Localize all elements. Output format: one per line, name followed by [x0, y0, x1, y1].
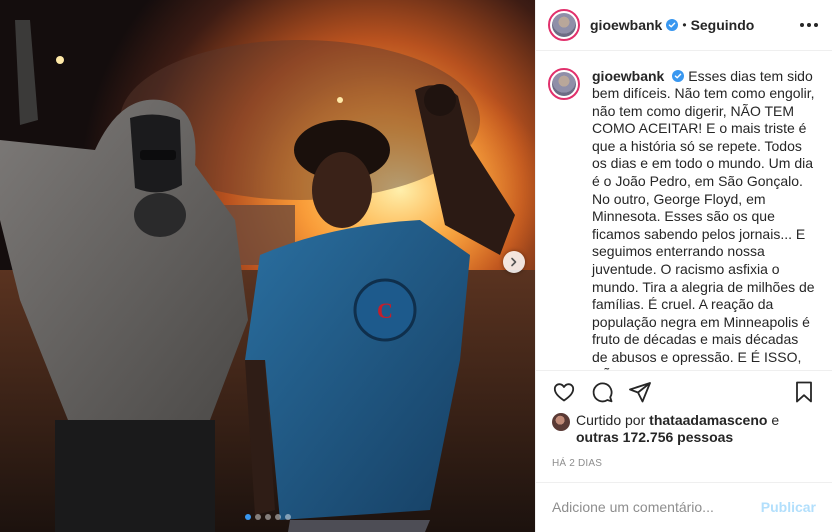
more-options-icon[interactable] [800, 17, 818, 33]
chevron-right-icon [511, 257, 517, 267]
post-photo[interactable]: C [0, 0, 535, 532]
header-separator: • [682, 17, 687, 32]
author-avatar[interactable] [548, 8, 580, 41]
heart-icon[interactable] [552, 380, 576, 404]
post-caption: gioewbank Esses dias tem sido bem difíce… [592, 68, 816, 371]
caption-author-avatar[interactable] [548, 67, 580, 100]
carousel-next-button[interactable] [503, 251, 525, 273]
carousel-dot [284, 514, 291, 520]
post-header: gioewbank • Seguindo [536, 0, 832, 51]
verified-badge-icon [666, 18, 679, 31]
likes-prefix: Curtido por [576, 412, 650, 429]
share-icon[interactable] [628, 380, 652, 404]
caption-username[interactable]: gioewbank [592, 68, 664, 84]
post-date[interactable]: HÁ 2 DIAS [536, 446, 832, 481]
liker-username[interactable]: thataadamasceno [649, 412, 767, 428]
verified-badge-icon [672, 69, 685, 82]
carousel-indicator [0, 514, 535, 520]
action-bar [536, 371, 832, 412]
comment-box: Publicar [536, 481, 832, 532]
caption-text: Esses dias tem sido bem difíceis. Não te… [592, 67, 815, 371]
liker-avatar[interactable] [552, 413, 570, 432]
author-username[interactable]: gioewbank [590, 17, 662, 33]
svg-text:C: C [377, 298, 393, 323]
follow-status-button[interactable]: Seguindo [691, 17, 755, 33]
post-side-panel: gioewbank • Seguindo gioewbank Esses dia… [535, 0, 832, 532]
protest-photo-illustration: C [0, 0, 535, 532]
carousel-dot [274, 514, 281, 520]
instagram-post: C gioewbank • Seguindo gioewbank Esses d… [0, 0, 832, 532]
likes-middle: e [767, 412, 780, 429]
caption-area: gioewbank Esses dias tem sido bem difíce… [536, 51, 832, 372]
likes-text: Curtido por thataadamasceno e outras 172… [576, 412, 779, 446]
comment-input[interactable] [552, 499, 761, 516]
comment-icon[interactable] [590, 380, 614, 404]
carousel-dot [244, 514, 251, 520]
carousel-dot [254, 514, 261, 520]
bookmark-icon[interactable] [792, 380, 816, 404]
publish-comment-button[interactable]: Publicar [761, 499, 816, 515]
likes-others-link[interactable]: outras 172.756 pessoas [576, 429, 733, 445]
carousel-dot [264, 514, 271, 520]
likes-summary: Curtido por thataadamasceno e outras 172… [536, 412, 832, 446]
